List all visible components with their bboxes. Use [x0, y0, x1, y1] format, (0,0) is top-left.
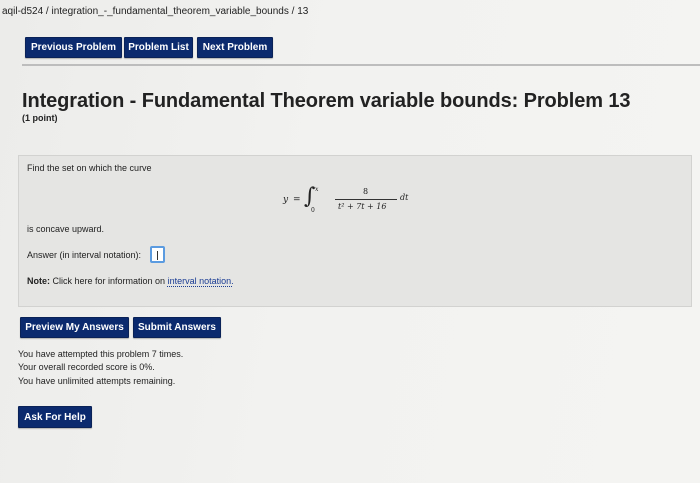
note-text: Click here for information on	[52, 276, 166, 286]
preview-answers-button[interactable]: Preview My Answers	[20, 317, 129, 338]
remaining-text: You have unlimited attempts remaining.	[18, 376, 176, 386]
point-value: (1 point)	[22, 113, 58, 123]
problem-prompt: Find the set on which the curve	[27, 163, 152, 173]
fraction-denominator: t² + 7t + 16	[338, 202, 387, 211]
interval-notation-link[interactable]: interval notation.	[168, 276, 234, 286]
text-caret	[157, 251, 158, 260]
upper-bound: x	[315, 186, 319, 193]
submit-answers-button[interactable]: Submit Answers	[133, 317, 221, 338]
integral-formula: y = ∫ x 0 8 t² + 7t + 16 dt	[283, 184, 423, 216]
problem-condition: is concave upward.	[27, 224, 105, 234]
previous-problem-button[interactable]: Previous Problem	[25, 37, 122, 58]
note-label: Note:	[27, 276, 50, 286]
fraction-bar	[335, 199, 397, 200]
answer-label: Answer (in interval notation):	[27, 250, 142, 260]
integral-sign-icon: ∫	[304, 184, 316, 209]
lower-bound: 0	[311, 207, 315, 214]
page: aqil-d524 / integration_-_fundamental_th…	[0, 0, 700, 483]
ask-for-help-button[interactable]: Ask For Help	[18, 406, 92, 428]
score-text: Your overall recorded score is 0%.	[18, 362, 155, 372]
formula-lhs: y	[283, 195, 289, 205]
page-title: Integration - Fundamental Theorem variab…	[22, 90, 631, 112]
note-line: Note: Click here for information on inte…	[27, 276, 234, 286]
differential: dt	[400, 193, 409, 202]
fraction-numerator: 8	[363, 187, 369, 196]
breadcrumb: aqil-d524 / integration_-_fundamental_th…	[2, 6, 309, 17]
problem-list-button[interactable]: Problem List	[124, 37, 193, 58]
answer-input[interactable]	[150, 246, 165, 263]
attempts-text: You have attempted this problem 7 times.	[18, 349, 184, 359]
problem-navigation: Previous Problem Problem List Next Probl…	[22, 34, 700, 66]
next-problem-button[interactable]: Next Problem	[197, 37, 273, 58]
formula-equals: =	[293, 195, 301, 205]
